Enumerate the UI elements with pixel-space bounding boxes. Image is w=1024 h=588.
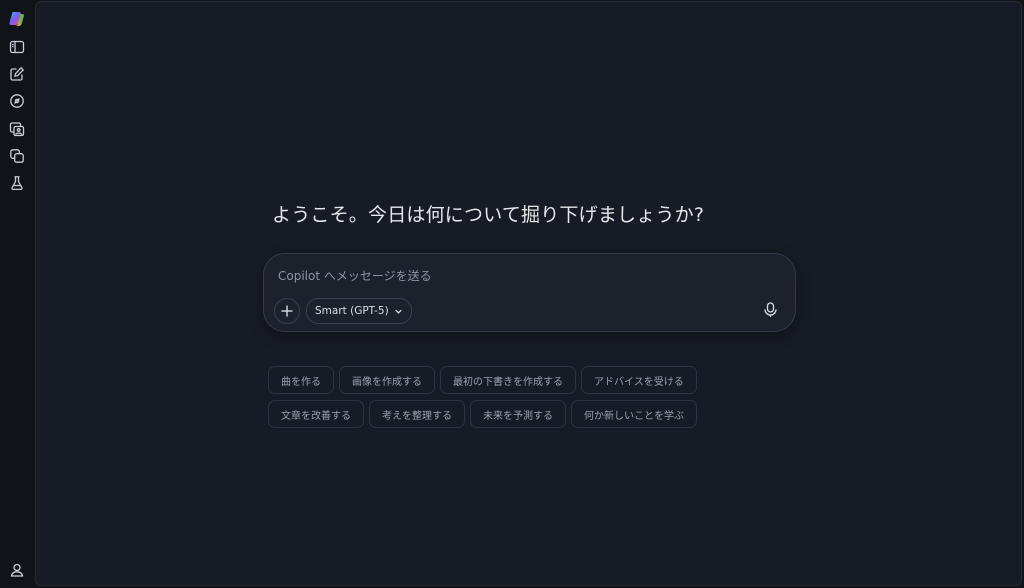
suggestion-chip[interactable]: 何か新しいことを学ぶ bbox=[571, 400, 697, 428]
suggestion-chip[interactable]: 考えを整理する bbox=[369, 400, 465, 428]
app-window: ようこそ。今日は何について掘り下げましょうか? Smart (GPT-5) bbox=[0, 0, 1024, 588]
message-input[interactable] bbox=[278, 266, 748, 286]
add-attachment-button[interactable] bbox=[274, 298, 300, 324]
chevron-down-icon bbox=[395, 309, 402, 314]
sidebar-toggle-icon[interactable] bbox=[6, 36, 28, 58]
message-composer: Smart (GPT-5) bbox=[263, 253, 796, 332]
suggestion-chip[interactable]: 最初の下書きを作成する bbox=[440, 366, 576, 394]
plus-icon bbox=[281, 305, 293, 317]
microphone-button[interactable] bbox=[759, 299, 781, 321]
sidebar bbox=[0, 0, 34, 588]
library-icon[interactable] bbox=[6, 145, 28, 167]
model-label: Smart (GPT-5) bbox=[315, 305, 389, 317]
greeting-heading: ようこそ。今日は何について掘り下げましょうか? bbox=[272, 204, 705, 226]
suggestion-chips: 曲を作る 画像を作成する 最初の下書きを作成する アドバイスを受ける 文章を改善… bbox=[268, 366, 708, 434]
suggestion-chip[interactable]: 曲を作る bbox=[268, 366, 334, 394]
model-selector-button[interactable]: Smart (GPT-5) bbox=[306, 298, 412, 324]
new-chat-icon[interactable] bbox=[6, 63, 28, 85]
suggestion-row-1: 曲を作る 画像を作成する 最初の下書きを作成する アドバイスを受ける bbox=[268, 366, 708, 394]
main-panel: ようこそ。今日は何について掘り下げましょうか? Smart (GPT-5) bbox=[35, 1, 1022, 586]
suggestion-chip[interactable]: 未来を予測する bbox=[470, 400, 566, 428]
suggestion-row-2: 文章を改善する 考えを整理する 未来を予測する 何か新しいことを学ぶ bbox=[268, 400, 708, 428]
profile-icon[interactable] bbox=[6, 559, 28, 581]
labs-icon[interactable] bbox=[6, 172, 28, 194]
copilot-logo-icon[interactable] bbox=[6, 8, 28, 30]
microphone-icon bbox=[763, 302, 777, 317]
discover-icon[interactable] bbox=[6, 90, 28, 112]
create-image-icon[interactable] bbox=[6, 118, 28, 140]
suggestion-chip[interactable]: 画像を作成する bbox=[339, 366, 435, 394]
suggestion-chip[interactable]: アドバイスを受ける bbox=[581, 366, 697, 394]
suggestion-chip[interactable]: 文章を改善する bbox=[268, 400, 364, 428]
